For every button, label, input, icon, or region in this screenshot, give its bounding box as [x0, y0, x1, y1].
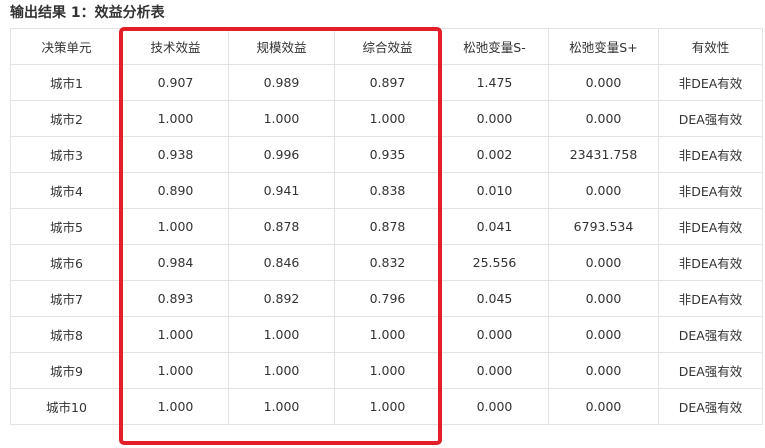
- cell-technical-efficiency: 0.984: [122, 244, 229, 281]
- cell-overall-efficiency: 0.935: [334, 136, 441, 173]
- table-row: 城市10 1.000 1.000 1.000 0.000 0.000 DEA强有…: [10, 388, 763, 425]
- cell-validity: 非DEA有效: [658, 172, 763, 209]
- cell-scale-efficiency: 1.000: [228, 352, 335, 389]
- column-header-technical-efficiency: 技术效益: [122, 28, 229, 65]
- cell-validity: 非DEA有效: [658, 136, 763, 173]
- cell-slack-minus: 0.041: [440, 208, 549, 245]
- cell-technical-efficiency: 0.938: [122, 136, 229, 173]
- cell-decision-unit: 城市10: [10, 388, 123, 425]
- cell-slack-plus: 0.000: [548, 280, 659, 317]
- cell-validity: DEA强有效: [658, 388, 763, 425]
- cell-technical-efficiency: 1.000: [122, 388, 229, 425]
- cell-validity: DEA强有效: [658, 352, 763, 389]
- cell-decision-unit: 城市6: [10, 244, 123, 281]
- cell-decision-unit: 城市8: [10, 316, 123, 353]
- cell-slack-minus: 1.475: [440, 64, 549, 101]
- cell-slack-minus: 25.556: [440, 244, 549, 281]
- cell-scale-efficiency: 0.989: [228, 64, 335, 101]
- cell-scale-efficiency: 1.000: [228, 316, 335, 353]
- cell-scale-efficiency: 0.996: [228, 136, 335, 173]
- cell-scale-efficiency: 0.846: [228, 244, 335, 281]
- cell-technical-efficiency: 1.000: [122, 100, 229, 137]
- table-row: 城市8 1.000 1.000 1.000 0.000 0.000 DEA强有效: [10, 316, 763, 353]
- column-header-scale-efficiency: 规模效益: [228, 28, 335, 65]
- cell-scale-efficiency: 1.000: [228, 388, 335, 425]
- cell-decision-unit: 城市4: [10, 172, 123, 209]
- cell-validity: DEA强有效: [658, 316, 763, 353]
- cell-overall-efficiency: 0.796: [334, 280, 441, 317]
- cell-scale-efficiency: 1.000: [228, 100, 335, 137]
- cell-decision-unit: 城市7: [10, 280, 123, 317]
- cell-overall-efficiency: 0.897: [334, 64, 441, 101]
- cell-slack-minus: 0.000: [440, 388, 549, 425]
- cell-validity: DEA强有效: [658, 100, 763, 137]
- cell-slack-plus: 0.000: [548, 244, 659, 281]
- table-row: 城市1 0.907 0.989 0.897 1.475 0.000 非DEA有效: [10, 64, 763, 101]
- header-row: 决策单元 技术效益 规模效益 综合效益 松弛变量S- 松弛变量S+ 有效性: [10, 28, 763, 65]
- cell-slack-plus: 6793.534: [548, 208, 659, 245]
- column-header-slack-minus: 松弛变量S-: [440, 28, 549, 65]
- cell-slack-minus: 0.010: [440, 172, 549, 209]
- cell-slack-plus: 0.000: [548, 352, 659, 389]
- column-header-overall-efficiency: 综合效益: [334, 28, 441, 65]
- cell-scale-efficiency: 0.941: [228, 172, 335, 209]
- cell-slack-plus: 0.000: [548, 64, 659, 101]
- cell-decision-unit: 城市3: [10, 136, 123, 173]
- cell-slack-plus: 0.000: [548, 316, 659, 353]
- cell-decision-unit: 城市1: [10, 64, 123, 101]
- cell-technical-efficiency: 1.000: [122, 208, 229, 245]
- cell-technical-efficiency: 1.000: [122, 352, 229, 389]
- cell-technical-efficiency: 0.893: [122, 280, 229, 317]
- cell-overall-efficiency: 1.000: [334, 100, 441, 137]
- table-row: 城市2 1.000 1.000 1.000 0.000 0.000 DEA强有效: [10, 100, 763, 137]
- table-row: 城市7 0.893 0.892 0.796 0.045 0.000 非DEA有效: [10, 280, 763, 317]
- cell-slack-minus: 0.045: [440, 280, 549, 317]
- cell-slack-plus: 0.000: [548, 388, 659, 425]
- cell-technical-efficiency: 0.890: [122, 172, 229, 209]
- column-header-decision-unit: 决策单元: [10, 28, 123, 65]
- column-header-slack-plus: 松弛变量S+: [548, 28, 659, 65]
- table-row: 城市9 1.000 1.000 1.000 0.000 0.000 DEA强有效: [10, 352, 763, 389]
- cell-overall-efficiency: 0.838: [334, 172, 441, 209]
- cell-decision-unit: 城市9: [10, 352, 123, 389]
- cell-validity: 非DEA有效: [658, 208, 763, 245]
- cell-overall-efficiency: 1.000: [334, 352, 441, 389]
- table-header: 决策单元 技术效益 规模效益 综合效益 松弛变量S- 松弛变量S+ 有效性: [10, 28, 763, 65]
- cell-overall-efficiency: 0.878: [334, 208, 441, 245]
- cell-validity: 非DEA有效: [658, 244, 763, 281]
- cell-slack-plus: 0.000: [548, 172, 659, 209]
- cell-slack-plus: 23431.758: [548, 136, 659, 173]
- table-body: 城市1 0.907 0.989 0.897 1.475 0.000 非DEA有效…: [10, 64, 763, 425]
- cell-overall-efficiency: 0.832: [334, 244, 441, 281]
- cell-validity: 非DEA有效: [658, 64, 763, 101]
- cell-slack-minus: 0.000: [440, 352, 549, 389]
- table-row: 城市4 0.890 0.941 0.838 0.010 0.000 非DEA有效: [10, 172, 763, 209]
- cell-decision-unit: 城市5: [10, 208, 123, 245]
- column-header-validity: 有效性: [658, 28, 763, 65]
- cell-technical-efficiency: 0.907: [122, 64, 229, 101]
- table-title: 输出结果 1：效益分析表: [10, 5, 165, 21]
- cell-validity: 非DEA有效: [658, 280, 763, 317]
- efficiency-analysis-table: 决策单元 技术效益 规模效益 综合效益 松弛变量S- 松弛变量S+ 有效性 城市…: [10, 28, 763, 425]
- table-row: 城市6 0.984 0.846 0.832 25.556 0.000 非DEA有…: [10, 244, 763, 281]
- cell-scale-efficiency: 0.878: [228, 208, 335, 245]
- cell-overall-efficiency: 1.000: [334, 316, 441, 353]
- cell-slack-minus: 0.000: [440, 316, 549, 353]
- cell-slack-plus: 0.000: [548, 100, 659, 137]
- cell-decision-unit: 城市2: [10, 100, 123, 137]
- cell-technical-efficiency: 1.000: [122, 316, 229, 353]
- cell-slack-minus: 0.002: [440, 136, 549, 173]
- table-row: 城市3 0.938 0.996 0.935 0.002 23431.758 非D…: [10, 136, 763, 173]
- cell-scale-efficiency: 0.892: [228, 280, 335, 317]
- table-row: 城市5 1.000 0.878 0.878 0.041 6793.534 非DE…: [10, 208, 763, 245]
- cell-slack-minus: 0.000: [440, 100, 549, 137]
- cell-overall-efficiency: 1.000: [334, 388, 441, 425]
